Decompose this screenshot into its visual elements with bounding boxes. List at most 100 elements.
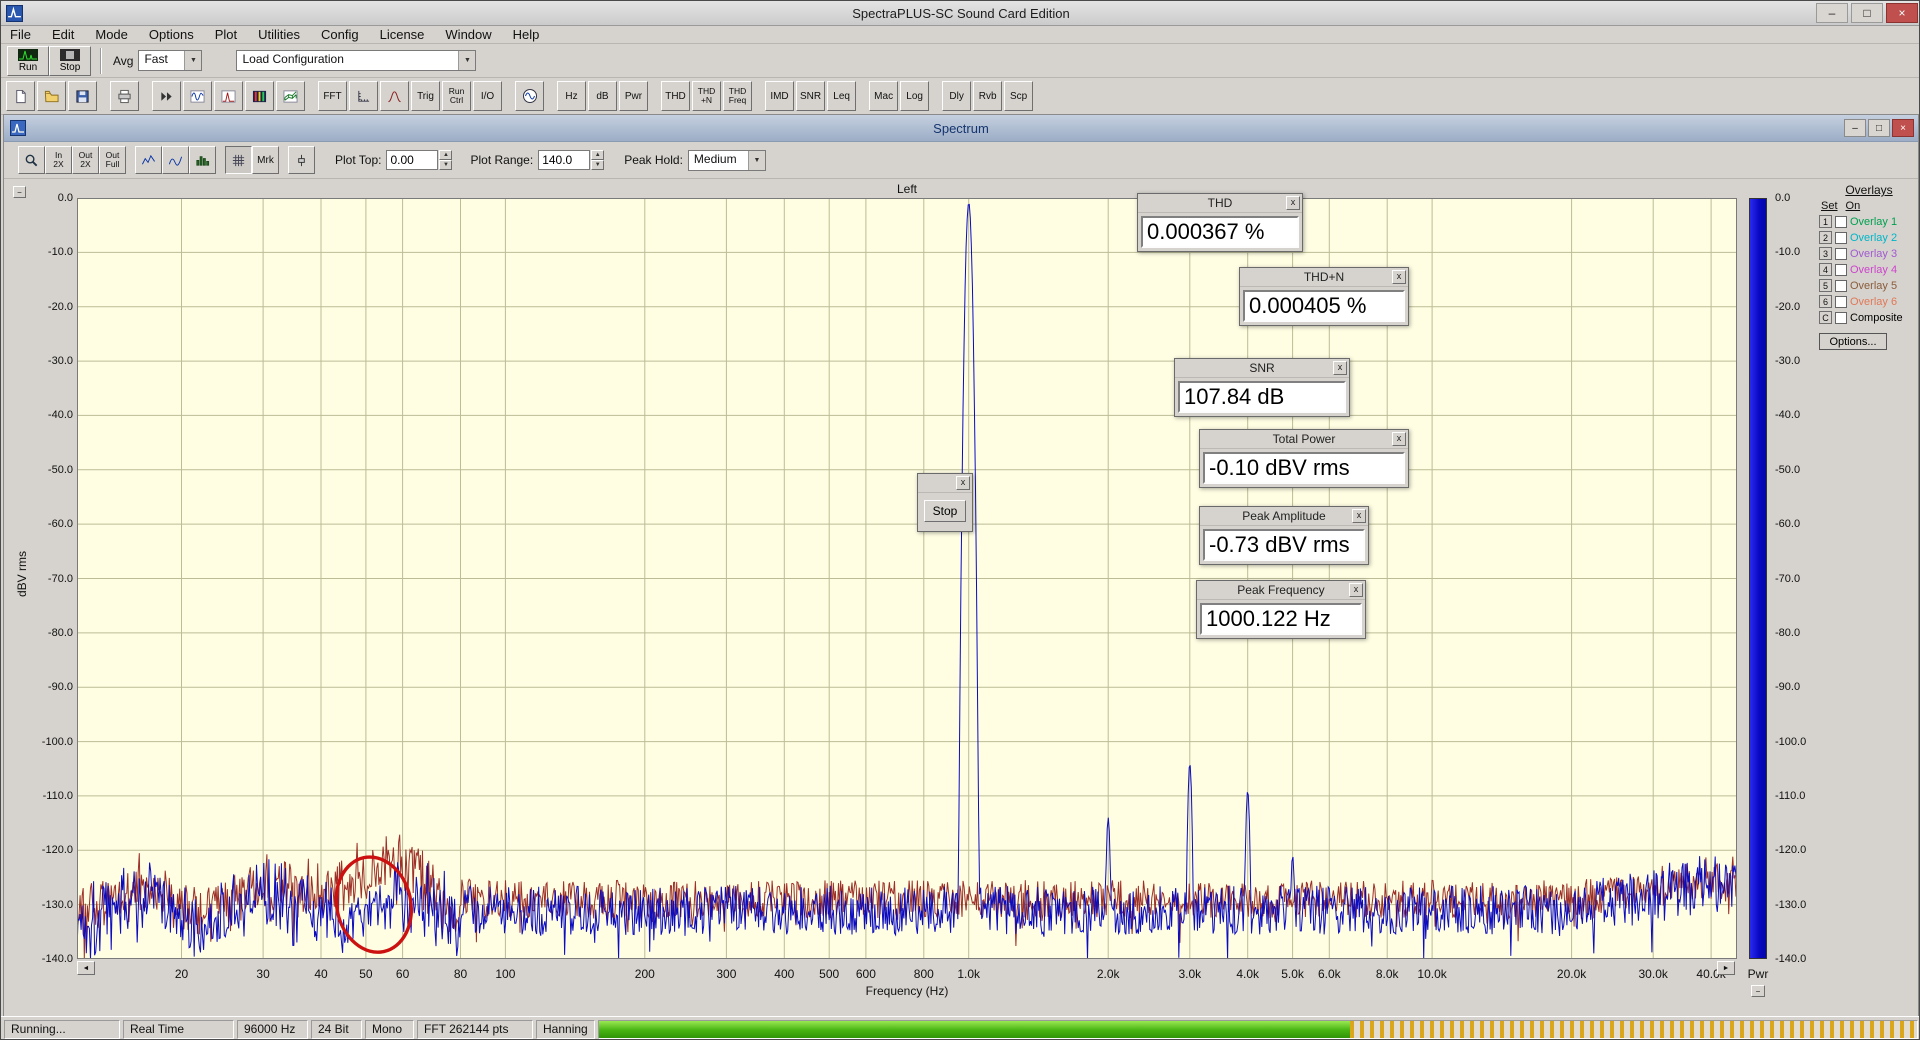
macro-button[interactable]: Mac bbox=[869, 81, 899, 111]
run-control-button[interactable]: Run Ctrl bbox=[442, 81, 471, 111]
vertical-slider-button[interactable] bbox=[288, 146, 315, 174]
thd-n-button[interactable]: THD +N bbox=[692, 81, 721, 111]
collapse-meter-button[interactable]: − bbox=[1751, 985, 1765, 997]
menu-config[interactable]: Config bbox=[320, 27, 360, 42]
smoothing-window-icon[interactable] bbox=[380, 81, 409, 111]
total-power-panel-close-icon[interactable]: x bbox=[1392, 432, 1406, 446]
zoom-in-2x-button[interactable]: In 2X bbox=[45, 146, 72, 174]
stop-panel-titlebar[interactable]: x bbox=[918, 474, 972, 493]
stop-button[interactable]: Stop bbox=[924, 500, 966, 522]
save-icon[interactable] bbox=[68, 81, 97, 111]
maximize-icon[interactable]: □ bbox=[1851, 3, 1883, 23]
overlay-on-checkbox[interactable] bbox=[1835, 231, 1847, 244]
run-button[interactable]: Run bbox=[7, 45, 49, 76]
menu-utilities[interactable]: Utilities bbox=[257, 27, 301, 42]
spectrum-plot[interactable] bbox=[77, 198, 1737, 959]
scroll-right-button[interactable]: ► bbox=[1717, 961, 1735, 975]
peak-frequency-panel-titlebar[interactable]: Peak Frequency x bbox=[1197, 581, 1365, 600]
total-power-panel-titlebar[interactable]: Total Power x bbox=[1200, 430, 1408, 449]
peak-hold-select[interactable]: Medium ▼ bbox=[687, 149, 766, 171]
overlay-set-button[interactable]: 4 bbox=[1819, 263, 1832, 276]
chevron-down-icon[interactable]: ▼ bbox=[184, 51, 202, 70]
close-icon[interactable]: × bbox=[1886, 3, 1918, 23]
spectrum-title-bar[interactable]: Spectrum – □ × bbox=[4, 115, 1918, 142]
leq-button[interactable]: Leq bbox=[827, 81, 857, 111]
stop-panel-close-icon[interactable]: x bbox=[956, 476, 970, 490]
peak-amplitude-panel-titlebar[interactable]: Peak Amplitude x bbox=[1200, 507, 1368, 526]
spin-down-icon[interactable]: ▼ bbox=[439, 160, 453, 170]
print-icon[interactable] bbox=[110, 81, 139, 111]
plot-range-input[interactable] bbox=[538, 150, 591, 170]
overlay-on-checkbox[interactable] bbox=[1835, 311, 1847, 324]
overlay-on-checkbox[interactable] bbox=[1835, 295, 1847, 308]
zoom-out-2x-button[interactable]: Out 2X bbox=[72, 146, 99, 174]
curve-plot-style-button[interactable] bbox=[162, 146, 189, 174]
stop-toolbar-button[interactable]: Stop bbox=[49, 45, 91, 76]
minimize-icon[interactable]: – bbox=[1816, 3, 1848, 23]
db-units-button[interactable]: dB bbox=[588, 81, 617, 111]
spin-down-icon[interactable]: ▼ bbox=[591, 160, 605, 170]
zoom-out-full-button[interactable]: Out Full bbox=[99, 146, 126, 174]
peak-frequency-panel-close-icon[interactable]: x bbox=[1349, 583, 1363, 597]
overlay-set-button[interactable]: 2 bbox=[1819, 231, 1832, 244]
delay-button[interactable]: Dly bbox=[942, 81, 972, 111]
spin-up-icon[interactable]: ▲ bbox=[591, 150, 605, 160]
thd-panel-close-icon[interactable]: x bbox=[1286, 196, 1300, 210]
signal-generator-icon[interactable] bbox=[515, 81, 544, 111]
zoom-select-button[interactable] bbox=[18, 146, 45, 174]
spectrum-plot-icon[interactable] bbox=[214, 81, 243, 111]
reverb-button[interactable]: Rvb bbox=[973, 81, 1003, 111]
fft-settings-button[interactable]: FFT bbox=[318, 81, 347, 111]
power-units-button[interactable]: Pwr bbox=[619, 81, 648, 111]
menu-help[interactable]: Help bbox=[512, 27, 541, 42]
marker-button[interactable]: Mrk bbox=[252, 146, 279, 174]
snr-panel-titlebar[interactable]: SNR x bbox=[1175, 359, 1349, 378]
scaling-icon[interactable] bbox=[349, 81, 378, 111]
load-configuration-select[interactable]: Load Configuration ▼ bbox=[236, 50, 477, 71]
imd-button[interactable]: IMD bbox=[765, 81, 794, 111]
spectrogram-icon[interactable] bbox=[245, 81, 274, 111]
spin-up-icon[interactable]: ▲ bbox=[439, 150, 453, 160]
overlay-on-checkbox[interactable] bbox=[1835, 215, 1847, 228]
overlay-on-checkbox[interactable] bbox=[1835, 247, 1847, 260]
menu-window[interactable]: Window bbox=[444, 27, 492, 42]
thd-n-panel-close-icon[interactable]: x bbox=[1392, 270, 1406, 284]
scope-button[interactable]: Scp bbox=[1004, 81, 1034, 111]
menu-options[interactable]: Options bbox=[148, 27, 195, 42]
bar-plot-style-button[interactable] bbox=[189, 146, 216, 174]
scroll-left-button[interactable]: ◄ bbox=[77, 961, 95, 975]
snr-panel-close-icon[interactable]: x bbox=[1333, 361, 1347, 375]
io-button[interactable]: I/O bbox=[473, 81, 502, 111]
time-series-icon[interactable] bbox=[183, 81, 212, 111]
collapse-left-pane-button[interactable]: − bbox=[13, 186, 26, 198]
chevron-down-icon[interactable]: ▼ bbox=[747, 150, 765, 170]
minimize-icon[interactable]: – bbox=[1844, 119, 1866, 137]
thd-panel-titlebar[interactable]: THD x bbox=[1138, 194, 1302, 213]
fast-forward-icon[interactable] bbox=[152, 81, 181, 111]
trigger-button[interactable]: Trig bbox=[411, 81, 440, 111]
overlay-on-checkbox[interactable] bbox=[1835, 279, 1847, 292]
averaging-select[interactable]: Fast ▼ bbox=[138, 50, 203, 71]
maximize-icon[interactable]: □ bbox=[1868, 119, 1890, 137]
snr-button[interactable]: SNR bbox=[796, 81, 826, 111]
plot-top-stepper[interactable]: ▲ ▼ bbox=[439, 150, 453, 170]
close-icon[interactable]: × bbox=[1892, 119, 1914, 137]
menu-plot[interactable]: Plot bbox=[214, 27, 238, 42]
overlay-set-button[interactable]: 5 bbox=[1819, 279, 1832, 292]
line-plot-style-button[interactable] bbox=[135, 146, 162, 174]
overlay-set-button[interactable]: 3 bbox=[1819, 247, 1832, 260]
menu-mode[interactable]: Mode bbox=[94, 27, 129, 42]
thd-freq-button[interactable]: THD Freq bbox=[723, 81, 752, 111]
logging-button[interactable]: Log bbox=[900, 81, 930, 111]
overlay-set-button[interactable]: 1 bbox=[1819, 215, 1832, 228]
plot-range-stepper[interactable]: ▲ ▼ bbox=[591, 150, 605, 170]
new-file-icon[interactable] bbox=[6, 81, 35, 111]
thd-n-panel-titlebar[interactable]: THD+N x bbox=[1240, 268, 1408, 287]
overlay-set-button[interactable]: C bbox=[1819, 311, 1832, 324]
thd-button[interactable]: THD bbox=[661, 81, 690, 111]
menu-license[interactable]: License bbox=[379, 27, 426, 42]
hz-units-button[interactable]: Hz bbox=[557, 81, 586, 111]
open-file-icon[interactable] bbox=[37, 81, 66, 111]
surface-plot-icon[interactable] bbox=[276, 81, 305, 111]
peak-amplitude-panel-close-icon[interactable]: x bbox=[1352, 509, 1366, 523]
